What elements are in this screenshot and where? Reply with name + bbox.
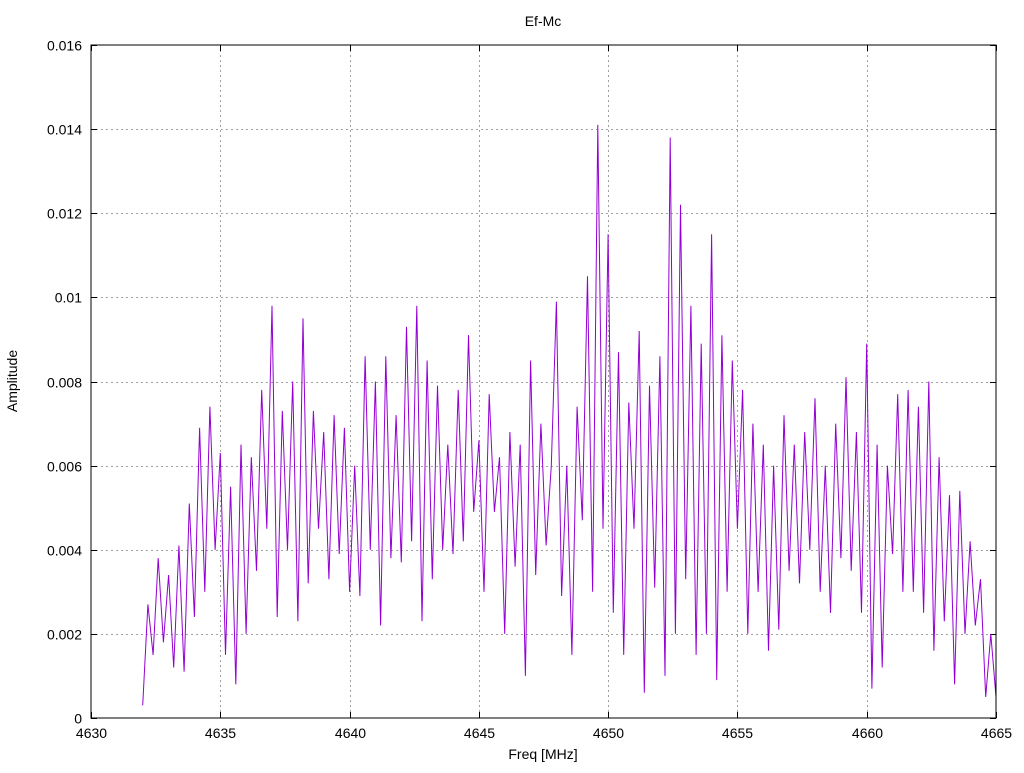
x-tick-label: 4635 — [205, 725, 236, 741]
series — [142, 124, 997, 706]
x-tick-label: 4665 — [981, 725, 1012, 741]
amplitude-line — [142, 124, 997, 706]
x-tick-label: 4660 — [852, 725, 883, 741]
chart: Ef-Mc Freq [MHz] Amplitude 4630 4635 4640 4… — [4, 13, 1012, 762]
y-tick-label: 0.014 — [47, 122, 82, 138]
x-tick-label: 4645 — [464, 725, 495, 741]
y-tick-label: 0.016 — [47, 38, 82, 54]
y-axis-label: Amplitude — [4, 350, 20, 412]
chart-title: Ef-Mc — [525, 13, 562, 29]
y-tick-label: 0.01 — [55, 290, 82, 306]
x-tick-label: 4640 — [335, 725, 366, 741]
x-tick-label: 4650 — [593, 725, 624, 741]
x-axis-label: Freq [MHz] — [508, 746, 577, 762]
y-tick-label: 0.008 — [47, 375, 82, 391]
x-tick-label: 4655 — [722, 725, 753, 741]
x-tick-label: 4630 — [76, 725, 107, 741]
y-tick-label: 0.002 — [47, 627, 82, 643]
y-tick-label: 0.004 — [47, 543, 82, 559]
y-tick-label: 0 — [74, 711, 82, 727]
y-tick-label: 0.006 — [47, 459, 82, 475]
y-tick-label: 0.012 — [47, 206, 82, 222]
